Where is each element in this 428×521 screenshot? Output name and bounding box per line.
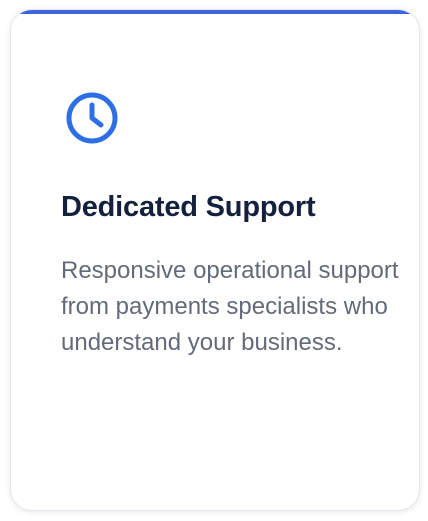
card-description: Responsive operational support from paym… xyxy=(61,257,399,356)
feature-card: Dedicated Support Responsive operational… xyxy=(10,9,420,511)
card-title: Dedicated Support xyxy=(61,191,316,223)
card-accent-bar xyxy=(11,10,419,14)
clock-icon xyxy=(63,89,121,147)
